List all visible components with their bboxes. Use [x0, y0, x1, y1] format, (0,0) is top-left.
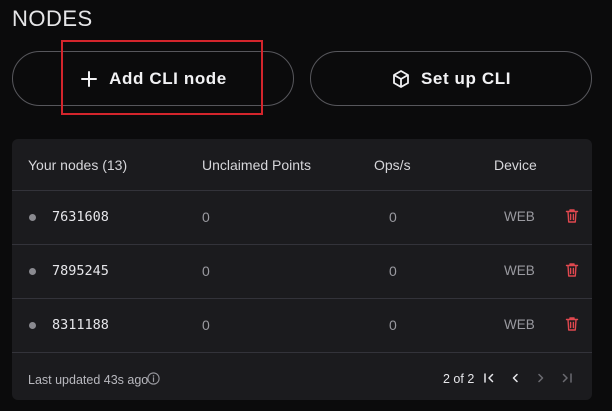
status-dot: [29, 322, 36, 329]
table-row[interactable]: 7631608 0 0 WEB: [12, 191, 592, 245]
node-points: 0: [202, 263, 210, 279]
set-up-cli-label: Set up CLI: [420, 68, 512, 88]
trash-icon[interactable]: [565, 262, 579, 278]
nodes-page: NODES Add CLI node Set up CLI Your nodes…: [0, 0, 612, 411]
node-ops: 0: [389, 263, 397, 279]
node-ops: 0: [389, 209, 397, 225]
set-up-cli-button[interactable]: Set up CLI: [310, 51, 592, 106]
node-device: WEB: [504, 209, 535, 224]
table-header: Your nodes (13) Unclaimed Points Ops/s D…: [12, 139, 592, 191]
status-dot: [29, 268, 36, 275]
last-updated-text: Last updated 43s ago: [28, 373, 149, 387]
node-ops: 0: [389, 317, 397, 333]
node-points: 0: [202, 317, 210, 333]
node-id: 8311188: [52, 317, 109, 333]
pagination-text: 2 of 2: [443, 372, 475, 386]
node-id: 7631608: [52, 209, 109, 225]
header-your-nodes: Your nodes (13): [28, 157, 128, 173]
header-ops: Ops/s: [374, 157, 411, 173]
nodes-table: Your nodes (13) Unclaimed Points Ops/s D…: [12, 139, 592, 400]
plus-icon: [79, 69, 99, 89]
first-page-icon[interactable]: [482, 371, 496, 385]
table-footer: Last updated 43s ago 2 of 2: [12, 355, 592, 400]
table-row[interactable]: 7895245 0 0 WEB: [12, 245, 592, 299]
last-page-icon[interactable]: [560, 371, 574, 385]
chevron-left-icon[interactable]: [508, 371, 522, 385]
node-id: 7895245: [52, 263, 109, 279]
header-unclaimed-points: Unclaimed Points: [202, 157, 311, 173]
chevron-right-icon[interactable]: [534, 371, 548, 385]
add-cli-node-button[interactable]: Add CLI node: [12, 51, 294, 106]
cube-icon: [391, 69, 411, 89]
trash-icon[interactable]: [565, 208, 579, 224]
status-dot: [29, 214, 36, 221]
node-device: WEB: [504, 317, 535, 332]
trash-icon[interactable]: [565, 316, 579, 332]
header-device: Device: [494, 157, 537, 173]
table-row[interactable]: 8311188 0 0 WEB: [12, 299, 592, 353]
node-points: 0: [202, 209, 210, 225]
info-icon[interactable]: [147, 372, 160, 385]
add-cli-node-label: Add CLI node: [109, 68, 227, 88]
page-title: NODES: [12, 6, 93, 31]
node-device: WEB: [504, 263, 535, 278]
